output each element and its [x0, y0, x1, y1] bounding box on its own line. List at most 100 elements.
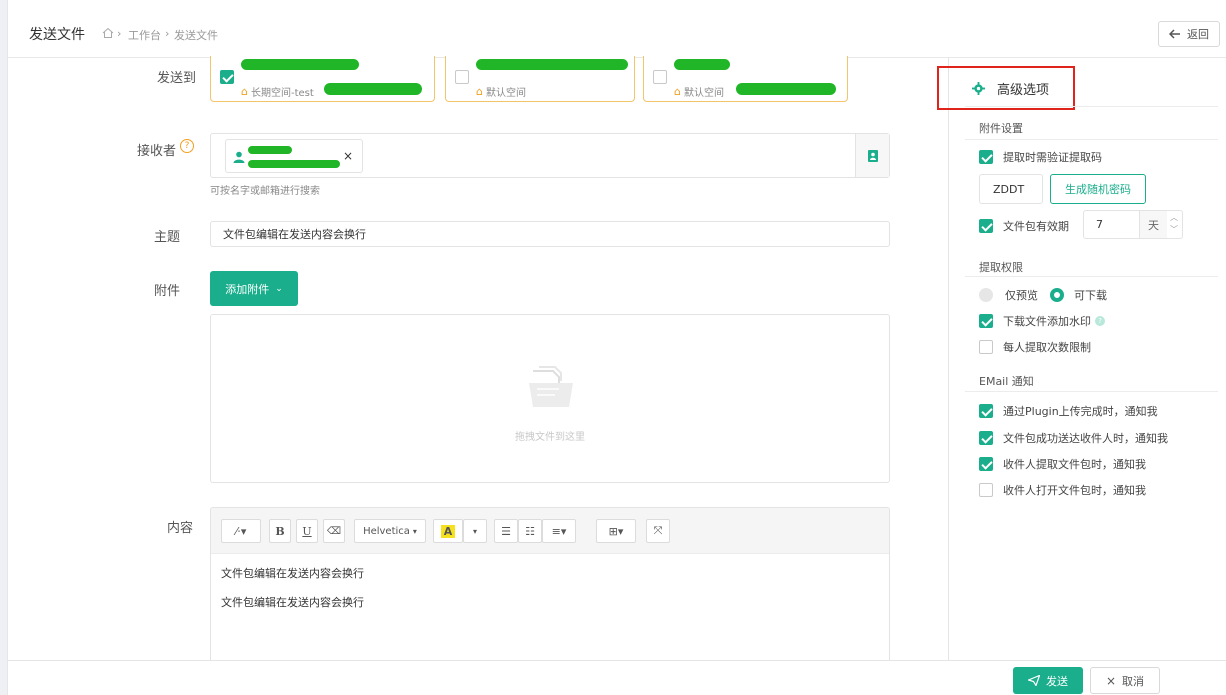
page-title: 发送文件 [29, 27, 85, 43]
preview-only-label: 仅预览 [1005, 289, 1038, 302]
subject-label: 主题 [153, 230, 180, 245]
house-icon: ⌂ [674, 85, 681, 98]
subject-input[interactable]: 文件包编辑在发送内容会换行 [210, 221, 890, 247]
validity-option[interactable]: 文件包有效期 [979, 218, 1069, 234]
bullet-list-icon: ☰ [501, 524, 511, 538]
limit-label: 每人提取次数限制 [1003, 341, 1091, 354]
send-to-checkbox[interactable] [455, 70, 469, 84]
add-attachment-button[interactable]: 添加附件 ⌄ [210, 271, 298, 306]
validity-value: 7 [1096, 218, 1103, 231]
redacted-block [324, 83, 422, 95]
watermark-checkbox[interactable] [979, 314, 993, 328]
send-to-checkbox[interactable] [220, 70, 234, 84]
preview-only-radio[interactable] [979, 288, 993, 302]
cancel-button[interactable]: × 取消 [1090, 667, 1160, 694]
bold-button[interactable]: B [269, 519, 291, 543]
recipient-label: 接收者 [136, 144, 176, 159]
divider [965, 106, 1218, 107]
email-checkbox[interactable] [979, 457, 993, 471]
remove-recipient-icon[interactable]: × [343, 149, 353, 163]
redacted-block [476, 59, 628, 70]
limit-checkbox[interactable] [979, 340, 993, 354]
divider [965, 391, 1218, 392]
cancel-label: 取消 [1122, 674, 1145, 688]
numbered-list-button[interactable]: ☷ [518, 519, 542, 543]
back-button[interactable]: 返回 [1158, 21, 1220, 47]
email-checkbox[interactable] [979, 404, 993, 418]
editor-toolbar: ⁄⋅▾ B U ⌫ Helvetica ▾ A ▾ ☰ ☷ ≡▾ ⊞▾ ⤧ [211, 508, 889, 554]
watermark-label: 下载文件添加水印 [1003, 315, 1091, 328]
redacted-block [674, 59, 730, 70]
contact-book-icon [867, 149, 878, 162]
email-option[interactable]: 收件人打开文件包时，通知我 [979, 482, 1146, 498]
email-checkbox[interactable] [979, 431, 993, 445]
chevron-down-icon: ⌄ [275, 283, 283, 294]
send-to-checkbox[interactable] [653, 70, 667, 84]
numbered-list-icon: ☷ [525, 524, 535, 538]
font-color-button[interactable]: A [433, 519, 463, 543]
recipient-hint: 可按名字或邮箱进行搜索 [210, 186, 320, 197]
send-to-card[interactable]: ⌂ 默认空间 [643, 56, 848, 102]
breadcrumb-workbench[interactable]: 工作台 [128, 27, 161, 43]
left-strip [0, 0, 8, 695]
fullscreen-button[interactable]: ⤧ [646, 519, 670, 543]
bullet-list-button[interactable]: ☰ [494, 519, 518, 543]
email-option[interactable]: 收件人提取文件包时，通知我 [979, 456, 1146, 472]
email-checkbox[interactable] [979, 483, 993, 497]
generate-password-button[interactable]: 生成随机密码 [1050, 174, 1146, 204]
email-option[interactable]: 文件包成功送达收件人时，通知我 [979, 430, 1168, 446]
space-name: 默认空间 [683, 88, 724, 99]
home-icon[interactable] [102, 27, 114, 39]
redacted-block [736, 83, 836, 95]
watermark-option[interactable]: 下载文件添加水印 ? [979, 313, 1105, 329]
underline-button[interactable]: U [296, 519, 318, 543]
code-value: ZDDT [993, 182, 1025, 196]
caret-down-icon: ▾ [472, 526, 477, 536]
stepper-down-icon[interactable]: ﹀ [1170, 224, 1178, 235]
folder-icon [529, 366, 573, 407]
code-input[interactable]: ZDDT [979, 174, 1043, 204]
stepper-up-icon[interactable]: ︿ [1170, 212, 1178, 223]
house-icon: ⌂ [241, 85, 248, 98]
magic-wand-button[interactable]: ⁄⋅▾ [221, 519, 261, 543]
content-editor[interactable]: ⁄⋅▾ B U ⌫ Helvetica ▾ A ▾ ☰ ☷ ≡▾ ⊞▾ ⤧ 文件… [210, 507, 890, 667]
font-select[interactable]: Helvetica ▾ [354, 519, 426, 543]
space-name: 长期空间-test [250, 88, 314, 99]
align-icon: ≡▾ [551, 524, 567, 538]
align-button[interactable]: ≡▾ [542, 519, 576, 543]
back-arrow-icon [1169, 29, 1180, 39]
color-dropdown-button[interactable]: ▾ [463, 519, 487, 543]
eraser-icon: ⌫ [326, 525, 342, 537]
send-button[interactable]: 发送 [1013, 667, 1083, 694]
downloadable-label: 可下载 [1074, 289, 1107, 302]
divider [965, 139, 1218, 140]
downloadable-radio[interactable] [1050, 288, 1064, 302]
editor-line: 文件包编辑在发送内容会换行 [221, 596, 364, 609]
send-to-card[interactable]: ⌂ 默认空间 [445, 56, 635, 102]
eraser-button[interactable]: ⌫ [323, 519, 345, 543]
limit-option[interactable]: 每人提取次数限制 [979, 339, 1091, 355]
email-option-label: 文件包成功送达收件人时，通知我 [1003, 432, 1168, 445]
table-button[interactable]: ⊞▾ [596, 519, 636, 543]
info-icon[interactable]: ? [1095, 316, 1105, 326]
contacts-button[interactable] [855, 134, 889, 177]
require-code-option[interactable]: 提取时需验证提取码 [979, 149, 1102, 165]
magic-wand-icon: ⁄⋅▾ [235, 524, 247, 538]
validity-input[interactable]: 7 天 ︿ ﹀ [1083, 210, 1183, 239]
drop-text: 拖拽文件到这里 [515, 432, 585, 443]
file-dropzone[interactable]: 拖拽文件到这里 [210, 314, 890, 483]
space-name: 默认空间 [485, 88, 526, 99]
send-to-card[interactable]: ⌂ 长期空间-test [210, 56, 435, 102]
breadcrumb-separator: › [117, 27, 122, 40]
advanced-options-header[interactable]: 高级选项 [972, 79, 1049, 98]
fullscreen-icon: ⤧ [653, 524, 663, 537]
help-icon[interactable]: ? [180, 139, 194, 153]
back-label: 返回 [1187, 28, 1209, 41]
recipient-input[interactable]: × [210, 133, 890, 178]
email-option[interactable]: 通过Plugin上传完成时，通知我 [979, 403, 1158, 419]
validity-checkbox[interactable] [979, 219, 993, 233]
require-code-checkbox[interactable] [979, 150, 993, 164]
require-code-label: 提取时需验证提取码 [1003, 151, 1102, 164]
generate-password-label: 生成随机密码 [1065, 183, 1131, 196]
breadcrumb-separator: › [165, 27, 170, 40]
